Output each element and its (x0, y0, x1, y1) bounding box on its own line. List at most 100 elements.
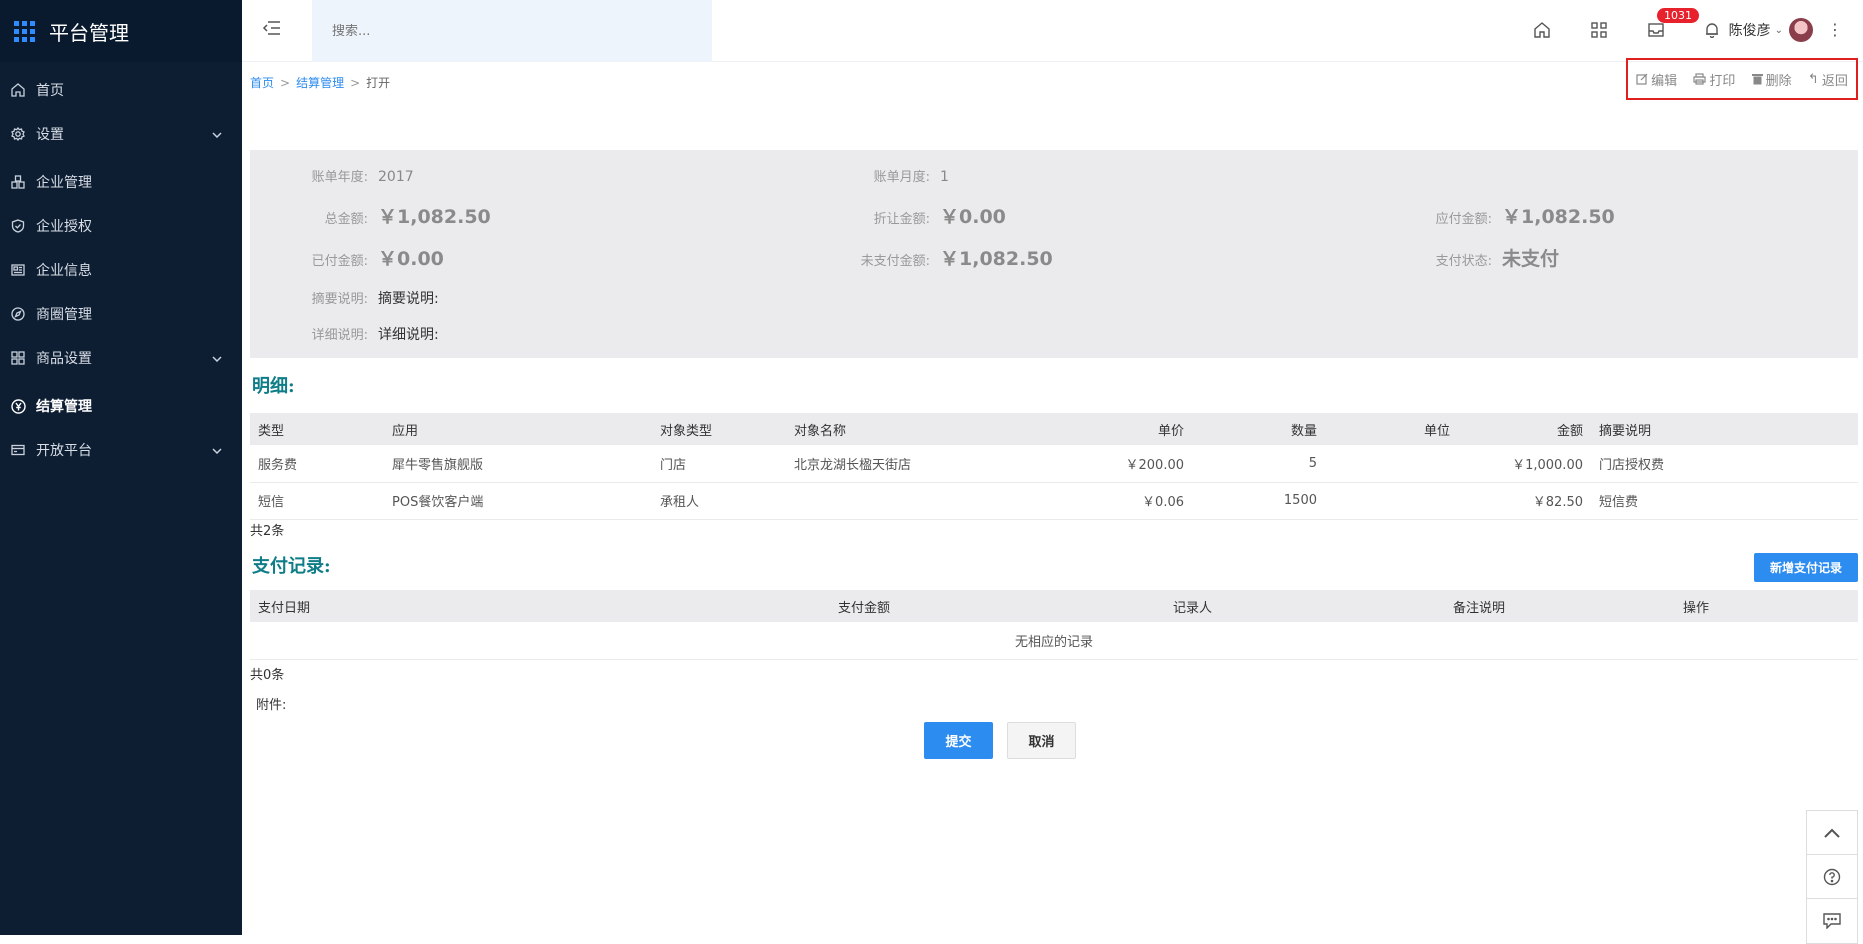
table-cell: 1500 (1192, 482, 1325, 520)
user-menu[interactable]: 陈俊彦 ⌄ (1729, 18, 1813, 42)
app-grid-logo-icon (14, 20, 35, 42)
table-cell: 北京龙湖长楹天街店 (786, 445, 992, 483)
field-label: 折让金额: (873, 212, 930, 227)
field-value: ￥1,082.50 (940, 248, 1053, 270)
field-value: 2017 (378, 169, 414, 185)
field-label: 账单年度: (311, 170, 368, 185)
table-cell: 短信费 (1591, 482, 1858, 520)
breadcrumb-current: 打开 (366, 76, 391, 90)
help-button[interactable] (1807, 855, 1857, 899)
back-to-top-button[interactable] (1807, 811, 1857, 855)
field-value: 详细说明: (378, 327, 439, 343)
yen-circle-icon (10, 398, 26, 414)
apps-grid-icon[interactable] (1588, 19, 1610, 41)
column-header: 单价 (992, 413, 1192, 445)
cancel-button[interactable]: 取消 (1007, 722, 1076, 759)
more-vertical-icon[interactable]: ⋮ (1827, 20, 1843, 39)
menu-toggle-icon[interactable] (262, 18, 282, 38)
bell-icon[interactable] (1701, 19, 1723, 41)
detail-field: 详细说明: 详细说明: (250, 324, 439, 344)
edit-button[interactable]: 编辑 (1636, 70, 1677, 89)
sidebar-item[interactable]: 设置 (0, 112, 242, 156)
breadcrumb-separator: > (280, 76, 291, 90)
sidebar-item[interactable]: 结算管理 (0, 384, 242, 428)
feedback-button[interactable] (1807, 899, 1857, 943)
table-cell: POS餐饮客户端 (384, 482, 652, 520)
bill-month-field: 账单月度: 1 (812, 166, 949, 185)
sidebar-item-label: 开放平台 (36, 443, 92, 459)
brand[interactable]: 平台管理 (0, 0, 242, 62)
print-button[interactable]: 打印 (1693, 70, 1735, 89)
chevron-up-icon (1824, 828, 1840, 838)
total-amount-field: 总金额: ￥1,082.50 (250, 202, 491, 229)
field-label: 账单月度: (873, 170, 930, 185)
delete-label: 删除 (1765, 73, 1792, 89)
gear-icon (10, 126, 26, 142)
column-header: 操作 (1675, 590, 1858, 622)
details-count: 共2条 (250, 524, 285, 539)
sidebar-item[interactable]: 商品设置 (0, 336, 242, 380)
add-payment-record-button[interactable]: 新增支付记录 (1754, 553, 1858, 582)
bill-year-field: 账单年度: 2017 (250, 166, 414, 185)
column-header: 金额 (1458, 413, 1591, 445)
edit-icon (1636, 73, 1648, 85)
search-input[interactable] (332, 23, 712, 39)
column-header: 对象类型 (652, 413, 786, 445)
column-header: 应用 (384, 413, 652, 445)
submit-button[interactable]: 提交 (924, 722, 993, 759)
chat-icon (1823, 913, 1841, 929)
home-icon[interactable] (1531, 19, 1553, 41)
field-label: 摘要说明: (311, 292, 368, 307)
grid-icon (10, 350, 26, 366)
field-value: ￥0.00 (940, 206, 1006, 228)
sidebar-item-label: 企业授权 (36, 219, 92, 235)
inbox-icon[interactable]: 1031 (1645, 8, 1699, 41)
empty-message: 无相应的记录 (250, 622, 1858, 660)
sidebar-item[interactable]: 商圈管理 (0, 292, 242, 336)
blocks-icon (10, 174, 26, 190)
field-value: 1 (940, 169, 949, 185)
table-cell: 承租人 (652, 482, 786, 520)
field-label: 已付金额: (311, 254, 368, 269)
column-header: 数量 (1192, 413, 1325, 445)
breadcrumb-parent[interactable]: 结算管理 (296, 76, 344, 90)
delete-button[interactable]: 删除 (1751, 70, 1792, 89)
table-cell (1325, 445, 1458, 483)
sidebar-item[interactable]: 企业信息 (0, 248, 242, 292)
sidebar-item[interactable]: 企业授权 (0, 204, 242, 248)
field-label: 支付状态: (1435, 254, 1492, 269)
table-cell: 短信 (250, 482, 384, 520)
notification-badge: 1031 (1657, 8, 1699, 23)
newspaper-icon (10, 262, 26, 278)
details-table: 类型 应用 对象类型 对象名称 单价 数量 单位 金额 摘要说明 服务费 犀牛零… (250, 413, 1858, 520)
sidebar-item[interactable]: 开放平台 (0, 428, 242, 472)
attachment-label: 附件: (256, 698, 287, 713)
table-cell: ￥82.50 (1458, 482, 1591, 520)
paid-amount-field: 已付金额: ￥0.00 (250, 244, 444, 271)
table-cell: 门店授权费 (1591, 445, 1858, 483)
payments-count: 共0条 (250, 668, 285, 683)
search-box (312, 0, 712, 62)
payment-status-field: 支付状态: 未支付 (1374, 244, 1559, 271)
sidebar-item-label: 商品设置 (36, 351, 92, 367)
field-value: 摘要说明: (378, 291, 439, 307)
avatar (1789, 18, 1813, 42)
table-row: 短信 POS餐饮客户端 承租人 ￥0.06 1500 ￥82.50 短信费 (250, 482, 1858, 520)
table-cell (786, 482, 992, 520)
payable-amount-field: 应付金额: ￥1,082.50 (1374, 202, 1615, 229)
payments-table: 支付日期 支付金额 记录人 备注说明 操作 无相应的记录 (250, 590, 1858, 660)
sidebar-nav: 首页 设置 企业管理企业授权企业信息商圈管理商品设置结算管理开放平台 (0, 62, 242, 472)
sidebar-item[interactable]: 首页 (0, 68, 242, 112)
empty-row: 无相应的记录 (250, 622, 1858, 660)
column-header: 备注说明 (1445, 590, 1675, 622)
field-label: 应付金额: (1435, 212, 1492, 227)
table-cell: 犀牛零售旗舰版 (384, 445, 652, 483)
breadcrumb-home[interactable]: 首页 (250, 76, 274, 90)
sidebar-item-label: 企业信息 (36, 263, 92, 279)
back-button[interactable]: ↰ 返回 (1808, 70, 1848, 89)
floating-toolbar (1806, 810, 1858, 944)
sidebar-item-label: 结算管理 (36, 399, 92, 415)
sidebar-item[interactable]: 企业管理 (0, 160, 242, 204)
payments-section-title: 支付记录: (252, 556, 331, 577)
field-label: 未支付金额: (860, 254, 930, 269)
